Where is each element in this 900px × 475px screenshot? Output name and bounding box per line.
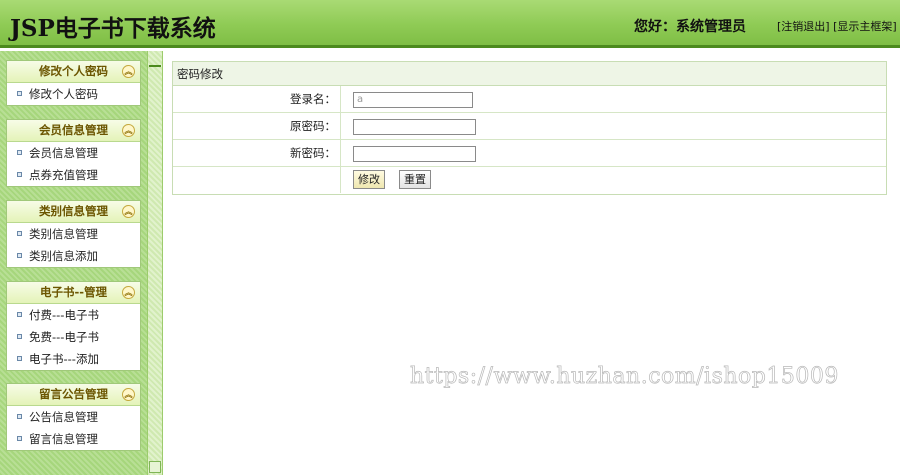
- sidebar: 修改个人密码 ︽ 修改个人密码 会员信息管理 ︽ 会员信息管理 点券充值管理 类…: [0, 51, 147, 475]
- sidebar-item-announcements[interactable]: 公告信息管理: [7, 406, 140, 428]
- logout-link[interactable]: [注销退出]: [777, 20, 830, 33]
- menu-group-header[interactable]: 修改个人密码 ︽: [7, 61, 140, 83]
- collapse-icon[interactable]: ︽: [122, 286, 135, 299]
- main-frame-link[interactable]: [显示主框架]: [833, 20, 897, 33]
- app-header: JSP电子书下载系统 您好：系统管理员 [注销退出] [显示主框架]: [0, 0, 900, 48]
- menu-group-title: 留言公告管理: [39, 387, 108, 401]
- submit-button[interactable]: 修改: [353, 170, 385, 189]
- old-password-input[interactable]: [353, 118, 476, 135]
- actions-label-cell: [173, 167, 341, 193]
- form-row-actions: 修改 重置: [173, 167, 886, 194]
- sidebar-item-label: 类别信息管理: [29, 227, 98, 241]
- menu-group-title: 类别信息管理: [39, 204, 108, 218]
- bullet-icon: [17, 150, 22, 155]
- bullet-icon: [17, 91, 22, 96]
- bullet-icon: [17, 356, 22, 361]
- bullet-icon: [17, 231, 22, 236]
- menu-group-header[interactable]: 类别信息管理 ︽: [7, 201, 140, 223]
- sidebar-item-label: 公告信息管理: [29, 410, 98, 424]
- sidebar-item-category-manage[interactable]: 类别信息管理: [7, 223, 140, 245]
- splitter-top-mark: [149, 65, 161, 67]
- menu-group-ebooks: 电子书--管理 ︽ 付费---电子书 免费---电子书 电子书---添加: [6, 281, 141, 371]
- form-row-old-password: 原密码：: [173, 113, 886, 140]
- form-caption: 密码修改: [173, 62, 886, 86]
- watermark-text: https://www.huzhan.com/ishop15009: [410, 364, 839, 390]
- collapse-icon[interactable]: ︽: [122, 388, 135, 401]
- collapse-icon[interactable]: ︽: [122, 65, 135, 78]
- menu-group-header[interactable]: 电子书--管理 ︽: [7, 282, 140, 304]
- collapse-icon[interactable]: ︽: [122, 124, 135, 137]
- sidebar-item-label: 会员信息管理: [29, 146, 98, 160]
- form-row-username: 登录名：: [173, 86, 886, 113]
- old-password-label: 原密码：: [173, 113, 341, 139]
- sidebar-item-ebook-add[interactable]: 电子书---添加: [7, 348, 140, 370]
- menu-group-messages: 留言公告管理 ︽ 公告信息管理 留言信息管理: [6, 383, 141, 451]
- menu-group-title: 修改个人密码: [39, 64, 108, 78]
- bullet-icon: [17, 172, 22, 177]
- collapse-icon[interactable]: ︽: [122, 205, 135, 218]
- username-label: 登录名：: [173, 86, 341, 112]
- bullet-icon: [17, 334, 22, 339]
- menu-group-header[interactable]: 留言公告管理 ︽: [7, 384, 140, 406]
- sidebar-item-label: 类别信息添加: [29, 249, 98, 263]
- sidebar-item-label: 修改个人密码: [29, 87, 98, 101]
- frame-splitter[interactable]: [147, 51, 163, 475]
- new-password-label: 新密码：: [173, 140, 341, 166]
- bullet-icon: [17, 312, 22, 317]
- menu-group-title: 电子书--管理: [39, 285, 108, 299]
- bullet-icon: [17, 414, 22, 419]
- header-links: [注销退出] [显示主框架]: [777, 18, 897, 34]
- sidebar-item-label: 点券充值管理: [29, 168, 98, 182]
- old-password-field-wrap: [353, 118, 476, 135]
- sidebar-item-category-add[interactable]: 类别信息添加: [7, 245, 140, 267]
- sidebar-item-label: 付费---电子书: [29, 308, 99, 322]
- menu-group-title: 会员信息管理: [39, 123, 108, 137]
- bullet-icon: [17, 253, 22, 258]
- app-title: JSP电子书下载系统: [10, 15, 216, 42]
- form-row-new-password: 新密码：: [173, 140, 886, 167]
- sidebar-item-change-password[interactable]: 修改个人密码: [7, 83, 140, 105]
- menu-group-categories: 类别信息管理 ︽ 类别信息管理 类别信息添加: [6, 200, 141, 268]
- sidebar-item-label: 留言信息管理: [29, 432, 98, 446]
- splitter-scroll-handle[interactable]: [149, 461, 161, 473]
- sidebar-item-paid-ebooks[interactable]: 付费---电子书: [7, 304, 140, 326]
- sidebar-item-label: 电子书---添加: [29, 352, 99, 366]
- sidebar-item-label: 免费---电子书: [29, 330, 99, 344]
- new-password-field-wrap: [353, 145, 476, 162]
- password-form: 密码修改 登录名： 原密码： 新密码： 修改 重置: [172, 61, 887, 195]
- new-password-input[interactable]: [353, 145, 476, 162]
- menu-group-password: 修改个人密码 ︽ 修改个人密码: [6, 60, 141, 106]
- sidebar-item-member-info[interactable]: 会员信息管理: [7, 142, 140, 164]
- sidebar-item-messages[interactable]: 留言信息管理: [7, 428, 140, 450]
- sidebar-item-point-recharge[interactable]: 点券充值管理: [7, 164, 140, 186]
- username-input[interactable]: [353, 91, 473, 108]
- bullet-icon: [17, 436, 22, 441]
- menu-group-header[interactable]: 会员信息管理 ︽: [7, 120, 140, 142]
- menu-group-members: 会员信息管理 ︽ 会员信息管理 点券充值管理: [6, 119, 141, 187]
- main-content: 密码修改 登录名： 原密码： 新密码： 修改 重置: [163, 51, 900, 475]
- reset-button[interactable]: 重置: [399, 170, 431, 189]
- username-field-wrap: [353, 91, 473, 108]
- user-greeting: 您好：系统管理员: [634, 19, 746, 35]
- sidebar-item-free-ebooks[interactable]: 免费---电子书: [7, 326, 140, 348]
